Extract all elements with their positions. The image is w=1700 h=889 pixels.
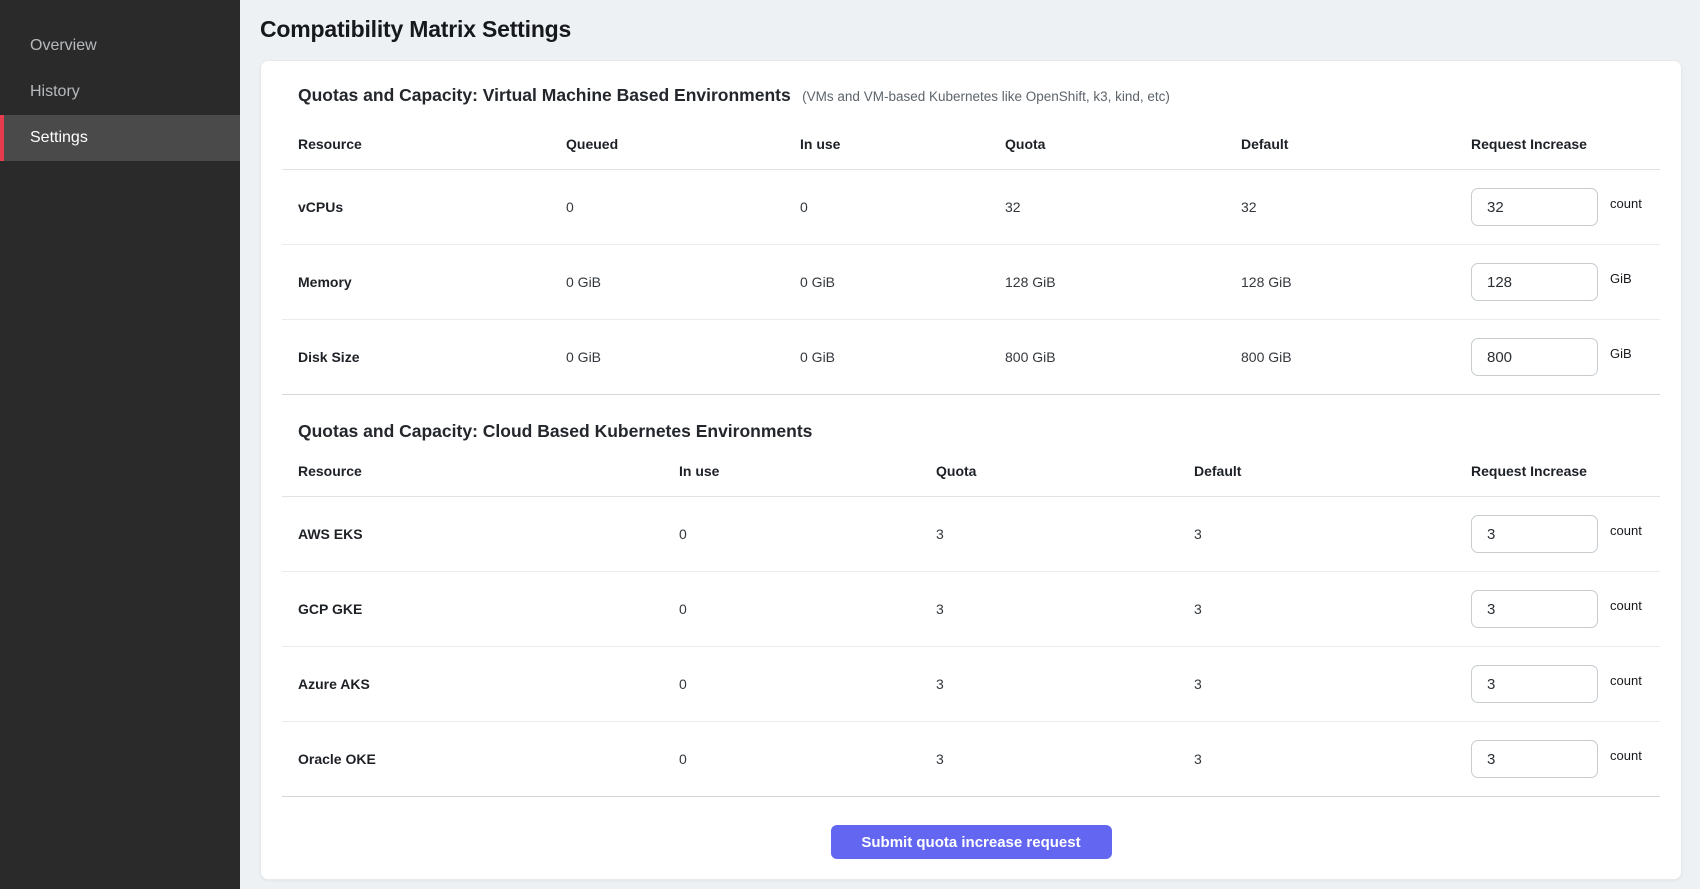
submit-quota-button[interactable]: Submit quota increase request — [831, 825, 1112, 859]
cell-quota: 128 GiB — [1005, 274, 1241, 290]
unit-label: GiB — [1610, 271, 1632, 286]
request-increase-cell: count — [1471, 515, 1660, 553]
cell-in-use: 0 — [679, 676, 936, 692]
sidebar: OverviewHistorySettings — [0, 0, 240, 889]
quota-settings-card: Quotas and Capacity: Virtual Machine Bas… — [260, 60, 1682, 880]
cloud-table-row-aws-eks: AWS EKS033count — [282, 497, 1660, 572]
column-header-in-use: In use — [679, 463, 936, 479]
cloud-header-row: ResourceIn useQuotaDefaultRequest Increa… — [282, 446, 1660, 497]
main-content: Compatibility Matrix Settings Quotas and… — [240, 0, 1700, 889]
unit-label: count — [1610, 523, 1642, 538]
cell-in-use: 0 — [679, 751, 936, 767]
unit-label: GiB — [1610, 346, 1632, 361]
vm-table-row-disk-size: Disk Size0 GiB0 GiB800 GiB800 GiBGiB — [282, 320, 1660, 395]
cell-default: 3 — [1194, 601, 1471, 617]
request-increase-input-vcpus[interactable] — [1471, 188, 1598, 226]
vm-header-row: ResourceQueuedIn useQuotaDefaultRequest … — [282, 119, 1660, 170]
cell-default: 3 — [1194, 676, 1471, 692]
cell-queued: 0 GiB — [566, 274, 800, 290]
cell-default: 3 — [1194, 526, 1471, 542]
unit-label: count — [1610, 598, 1642, 613]
cloud-section-header: Quotas and Capacity: Cloud Based Kuberne… — [282, 421, 1660, 442]
cell-in-use: 0 — [679, 526, 936, 542]
request-increase-input-memory[interactable] — [1471, 263, 1598, 301]
resource-name: AWS EKS — [282, 526, 679, 542]
sidebar-item-settings[interactable]: Settings — [0, 115, 240, 161]
cloud-quota-table: ResourceIn useQuotaDefaultRequest Increa… — [282, 446, 1660, 797]
vm-table-row-vcpus: vCPUs003232count — [282, 170, 1660, 245]
request-increase-cell: count — [1471, 590, 1660, 628]
cell-quota: 3 — [936, 601, 1194, 617]
cell-default: 800 GiB — [1241, 349, 1471, 365]
resource-name: Azure AKS — [282, 676, 679, 692]
column-header-request-increase: Request Increase — [1471, 136, 1660, 152]
column-header-in-use: In use — [800, 136, 1005, 152]
cell-default: 128 GiB — [1241, 274, 1471, 290]
resource-name: vCPUs — [282, 199, 566, 215]
resource-name: Memory — [282, 274, 566, 290]
cell-quota: 3 — [936, 526, 1194, 542]
column-header-quota: Quota — [1005, 136, 1241, 152]
page-title: Compatibility Matrix Settings — [260, 16, 1682, 43]
request-increase-cell: GiB — [1471, 338, 1660, 376]
cell-queued: 0 GiB — [566, 349, 800, 365]
cloud-table-row-oracle-oke: Oracle OKE033count — [282, 722, 1660, 797]
cell-quota: 3 — [936, 751, 1194, 767]
cell-default: 32 — [1241, 199, 1471, 215]
column-header-resource: Resource — [282, 463, 679, 479]
sidebar-nav: OverviewHistorySettings — [0, 23, 240, 161]
request-increase-input-azure-aks[interactable] — [1471, 665, 1598, 703]
cell-quota: 3 — [936, 676, 1194, 692]
unit-label: count — [1610, 196, 1642, 211]
column-header-default: Default — [1241, 136, 1471, 152]
vm-section-header: Quotas and Capacity: Virtual Machine Bas… — [282, 85, 1660, 106]
cell-in-use: 0 GiB — [800, 349, 1005, 365]
request-increase-input-disk-size[interactable] — [1471, 338, 1598, 376]
vm-table-row-memory: Memory0 GiB0 GiB128 GiB128 GiBGiB — [282, 245, 1660, 320]
resource-name: Oracle OKE — [282, 751, 679, 767]
request-increase-input-gcp-gke[interactable] — [1471, 590, 1598, 628]
request-increase-cell: count — [1471, 188, 1660, 226]
cell-queued: 0 — [566, 199, 800, 215]
column-header-request-increase: Request Increase — [1471, 463, 1660, 479]
column-header-quota: Quota — [936, 463, 1194, 479]
cloud-table-row-gcp-gke: GCP GKE033count — [282, 572, 1660, 647]
column-header-resource: Resource — [282, 136, 566, 152]
unit-label: count — [1610, 748, 1642, 763]
request-increase-input-aws-eks[interactable] — [1471, 515, 1598, 553]
cell-quota: 32 — [1005, 199, 1241, 215]
column-header-default: Default — [1194, 463, 1471, 479]
resource-name: Disk Size — [282, 349, 566, 365]
sidebar-item-history[interactable]: History — [0, 69, 240, 115]
cell-quota: 800 GiB — [1005, 349, 1241, 365]
card-footer: Submit quota increase request — [282, 797, 1660, 859]
request-increase-input-oracle-oke[interactable] — [1471, 740, 1598, 778]
cell-in-use: 0 — [800, 199, 1005, 215]
request-increase-cell: GiB — [1471, 263, 1660, 301]
vm-section-title: Quotas and Capacity: Virtual Machine Bas… — [298, 85, 791, 105]
vm-section-subtitle: (VMs and VM-based Kubernetes like OpenSh… — [802, 89, 1170, 104]
cloud-section-title: Quotas and Capacity: Cloud Based Kuberne… — [298, 421, 812, 441]
column-header-queued: Queued — [566, 136, 800, 152]
cloud-table-row-azure-aks: Azure AKS033count — [282, 647, 1660, 722]
request-increase-cell: count — [1471, 665, 1660, 703]
app-root: OverviewHistorySettings Compatibility Ma… — [0, 0, 1700, 889]
unit-label: count — [1610, 673, 1642, 688]
cell-in-use: 0 GiB — [800, 274, 1005, 290]
cell-default: 3 — [1194, 751, 1471, 767]
request-increase-cell: count — [1471, 740, 1660, 778]
vm-quota-table: ResourceQueuedIn useQuotaDefaultRequest … — [282, 119, 1660, 395]
cell-in-use: 0 — [679, 601, 936, 617]
resource-name: GCP GKE — [282, 601, 679, 617]
sidebar-item-overview[interactable]: Overview — [0, 23, 240, 69]
